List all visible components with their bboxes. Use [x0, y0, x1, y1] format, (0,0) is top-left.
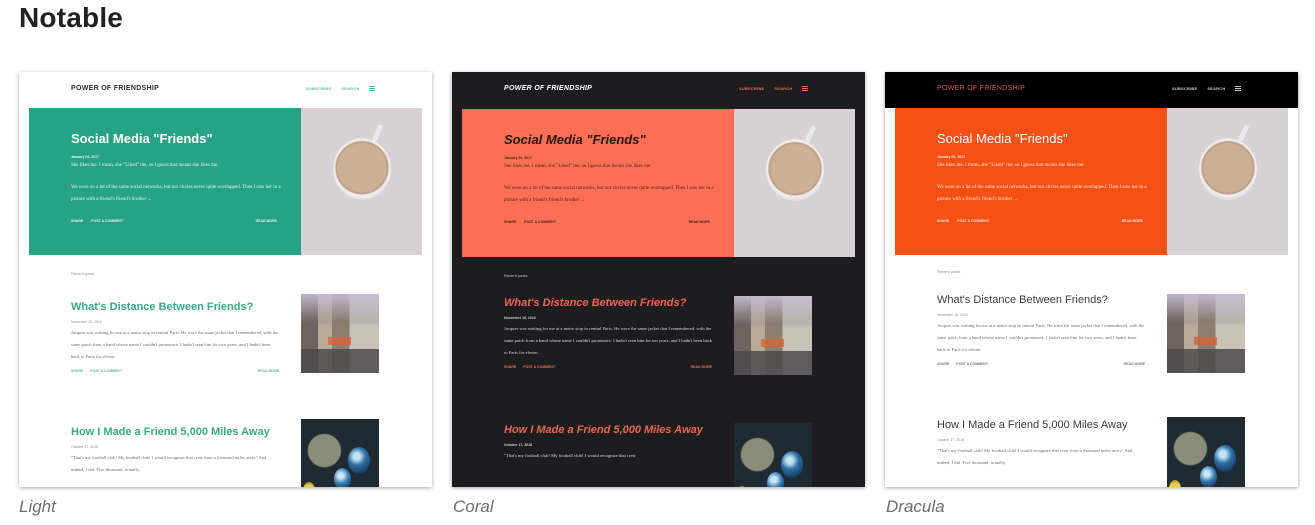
search-link[interactable]: SEARCH	[341, 86, 359, 91]
post-snippet: "That's my football club! My football cl…	[71, 455, 268, 472]
post-title[interactable]: How I Made a Friend 5,000 Miles Away	[937, 418, 1157, 433]
featured-post-title[interactable]: Social Media "Friends"	[937, 131, 1068, 146]
post-snippet: "That's my football club! My football cl…	[504, 453, 636, 458]
blog-name[interactable]: POWER OF FRIENDSHIP	[71, 85, 159, 92]
globe-image	[1167, 417, 1245, 487]
featured-post-snippet: We were on a lot of the same social netw…	[937, 185, 1147, 202]
menu-icon[interactable]	[802, 86, 809, 91]
post-actions: SHARE POST A COMMENT READ MORE	[937, 362, 1145, 366]
menu-icon[interactable]	[369, 86, 376, 91]
blog-header: POWER OF FRIENDSHIP SUBSCRIBE SEARCH	[452, 72, 865, 108]
post-title[interactable]: What's Distance Between Friends?	[937, 293, 1157, 308]
featured-post-actions: SHARE POST A COMMENT READ MORE	[71, 219, 277, 223]
paris-street-image	[1167, 294, 1245, 373]
globe-image	[301, 419, 379, 487]
blog-name[interactable]: POWER OF FRIENDSHIP	[504, 85, 592, 92]
coffee-cup-image	[1167, 108, 1288, 255]
theme-preview-card-light[interactable]: POWER OF FRIENDSHIP SUBSCRIBE SEARCH Soc…	[19, 72, 432, 487]
search-link[interactable]: SEARCH	[774, 86, 792, 91]
share-link[interactable]: SHARE	[937, 219, 949, 223]
featured-post-title[interactable]: Social Media "Friends"	[71, 131, 213, 146]
read-more-link[interactable]: READ MORE	[256, 219, 277, 223]
featured-post-snippet: We were on a lot of the same social netw…	[71, 185, 281, 202]
blog-name[interactable]: POWER OF FRIENDSHIP	[937, 85, 1025, 92]
post-actions: SHARE POST A COMMENT READ MORE	[71, 369, 279, 373]
post-title[interactable]: How I Made a Friend 5,000 Miles Away	[71, 425, 286, 440]
globe-image	[734, 423, 812, 487]
post-title[interactable]: What's Distance Between Friends?	[504, 296, 719, 311]
featured-post-content: Social Media "Friends" January 09, 2017 …	[29, 108, 301, 255]
featured-post-date: January 09, 2017	[504, 156, 533, 160]
post-snippet: Jacques was waiting for me at a metro st…	[71, 330, 279, 359]
menu-icon[interactable]	[1235, 86, 1242, 91]
featured-post: Social Media "Friends" January 09, 2017 …	[29, 108, 422, 255]
share-link[interactable]: SHARE	[504, 220, 516, 224]
coffee-cup-image	[734, 109, 855, 257]
featured-post-actions: SHARE POST A COMMENT READ MORE	[937, 219, 1143, 223]
section-title: Notable	[19, 2, 124, 33]
theme-caption[interactable]: Light	[19, 497, 56, 517]
share-link[interactable]: SHARE	[937, 362, 949, 366]
featured-post: Social Media "Friends" January 09, 2017 …	[895, 108, 1288, 255]
post-snippet: "That's my football club! My football cl…	[937, 448, 1134, 465]
post-comment-link[interactable]: POST A COMMENT	[91, 219, 123, 223]
coffee-cup-image	[301, 108, 422, 255]
post-title[interactable]: What's Distance Between Friends?	[71, 300, 286, 315]
featured-post: Social Media "Friends" January 09, 2017 …	[462, 109, 855, 257]
subscribe-link[interactable]: SUBSCRIBE	[739, 86, 764, 91]
theme-caption[interactable]: Dracula	[886, 497, 945, 517]
recent-posts-label: Recent posts	[71, 271, 95, 276]
featured-post-date: January 09, 2017	[71, 155, 100, 159]
theme-caption[interactable]: Coral	[453, 497, 494, 517]
read-more-link[interactable]: READ MORE	[1124, 362, 1145, 366]
featured-post-content: Social Media "Friends" January 09, 2017 …	[895, 108, 1167, 255]
share-link[interactable]: SHARE	[504, 365, 516, 369]
featured-post-snippet: She likes me. I mean, she "Liked" me, so…	[504, 164, 652, 169]
blog-header: POWER OF FRIENDSHIP SUBSCRIBE SEARCH	[885, 72, 1298, 108]
search-link[interactable]: SEARCH	[1207, 86, 1225, 91]
subscribe-link[interactable]: SUBSCRIBE	[1172, 86, 1197, 91]
share-link[interactable]: SHARE	[71, 219, 83, 223]
paris-street-image	[734, 296, 812, 375]
post-comment-link[interactable]: POST A COMMENT	[524, 220, 556, 224]
post-comment-link[interactable]: POST A COMMENT	[523, 365, 555, 369]
post-comment-link[interactable]: POST A COMMENT	[957, 219, 989, 223]
featured-post-snippet: She likes me. I mean, she "Liked" me, so…	[937, 163, 1085, 168]
blog-nav: SUBSCRIBE SEARCH	[306, 86, 376, 91]
featured-post-date: January 09, 2017	[937, 155, 966, 159]
theme-preview-card-dracula[interactable]: POWER OF FRIENDSHIP SUBSCRIBE SEARCH Soc…	[885, 72, 1298, 487]
post-comment-link[interactable]: POST A COMMENT	[90, 369, 122, 373]
subscribe-link[interactable]: SUBSCRIBE	[306, 86, 331, 91]
post-snippet: Jacques was waiting for me at a metro st…	[937, 323, 1145, 352]
post-snippet: Jacques was waiting for me at a metro st…	[504, 326, 712, 355]
featured-post-actions: SHARE POST A COMMENT READ MORE	[504, 220, 710, 224]
read-more-link[interactable]: READ MORE	[691, 365, 712, 369]
theme-preview-card-coral[interactable]: POWER OF FRIENDSHIP SUBSCRIBE SEARCH Soc…	[452, 72, 865, 487]
post-title[interactable]: How I Made a Friend 5,000 Miles Away	[504, 423, 719, 438]
read-more-link[interactable]: READ MORE	[689, 220, 710, 224]
featured-post-content: Social Media "Friends" January 09, 2017 …	[462, 109, 734, 257]
blog-header: POWER OF FRIENDSHIP SUBSCRIBE SEARCH	[19, 72, 432, 108]
read-more-link[interactable]: READ MORE	[258, 369, 279, 373]
featured-post-snippet: We were on a lot of the same social netw…	[504, 186, 714, 203]
recent-posts-label: Recent posts	[937, 269, 961, 274]
featured-post-snippet: She likes me. I mean, she "Liked" me, so…	[71, 163, 219, 168]
featured-post-title[interactable]: Social Media "Friends"	[504, 132, 646, 147]
paris-street-image	[301, 294, 379, 373]
read-more-link[interactable]: READ MORE	[1122, 219, 1143, 223]
recent-posts-label: Recent posts	[504, 273, 528, 278]
post-comment-link[interactable]: POST A COMMENT	[956, 362, 988, 366]
share-link[interactable]: SHARE	[71, 369, 83, 373]
blog-nav: SUBSCRIBE SEARCH	[739, 86, 809, 91]
blog-nav: SUBSCRIBE SEARCH	[1172, 86, 1242, 91]
post-actions: SHARE POST A COMMENT READ MORE	[504, 365, 712, 369]
